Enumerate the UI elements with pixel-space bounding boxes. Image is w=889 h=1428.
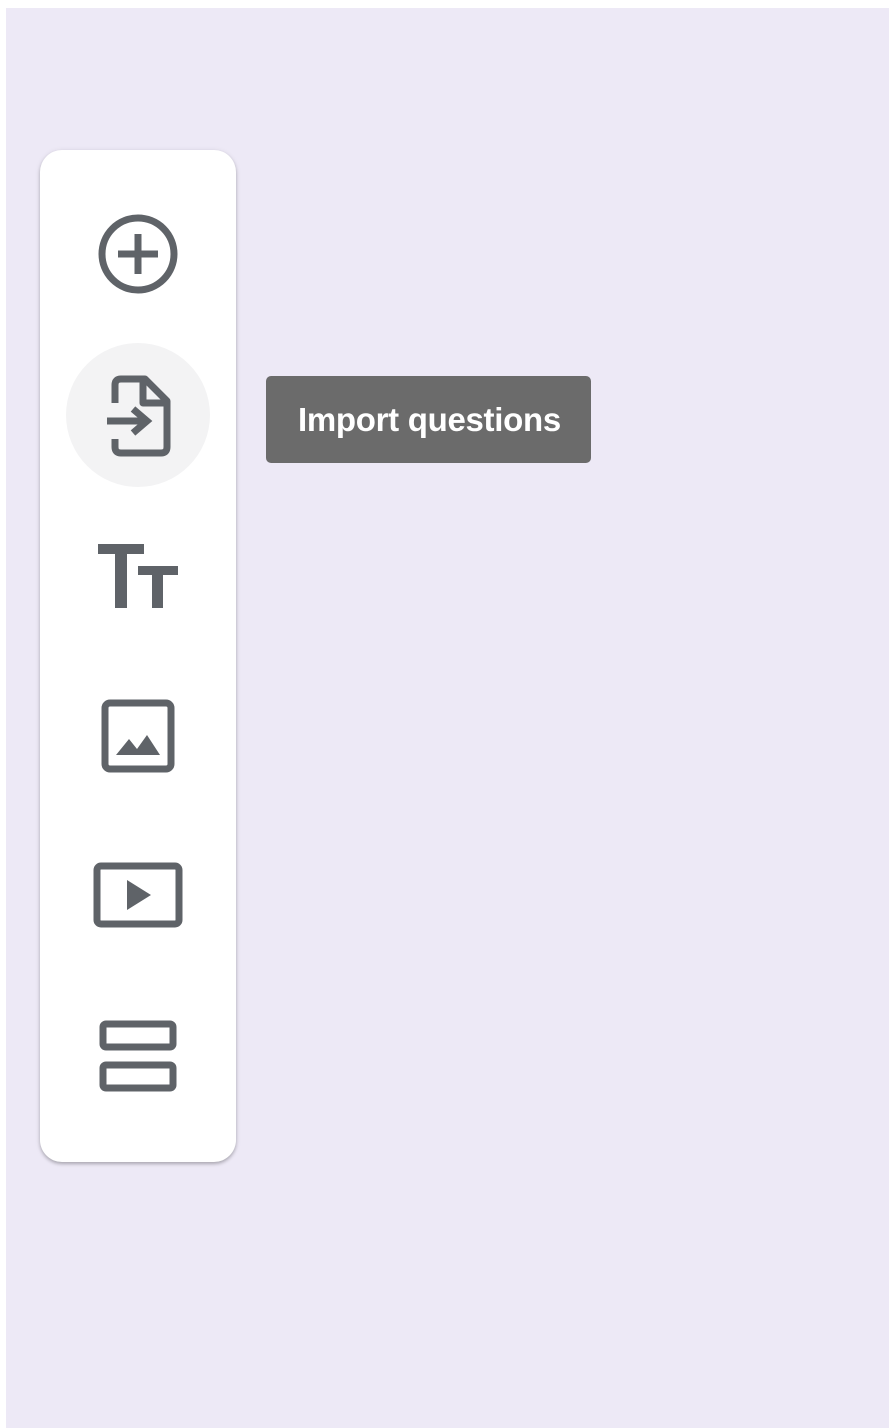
add-video-button[interactable]: [66, 823, 210, 967]
add-image-button[interactable]: [66, 664, 210, 808]
add-section-button[interactable]: [66, 984, 210, 1128]
import-questions-button[interactable]: [66, 343, 210, 487]
floating-toolbar: [40, 150, 236, 1162]
image-icon: [101, 699, 175, 773]
add-question-button[interactable]: [66, 182, 210, 326]
import-file-icon: [107, 375, 171, 457]
add-circle-icon: [98, 214, 178, 294]
add-title-button[interactable]: [66, 504, 210, 648]
title-text-icon: [98, 544, 178, 608]
video-icon: [93, 862, 183, 928]
section-icon: [99, 1020, 177, 1092]
tooltip: Import questions: [266, 376, 591, 463]
